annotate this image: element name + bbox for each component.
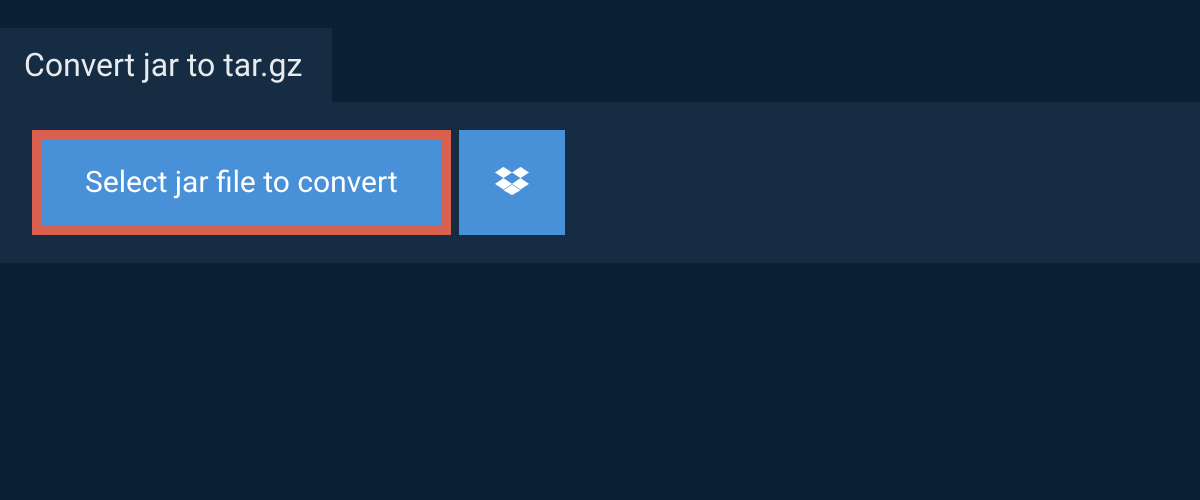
dropbox-icon <box>495 164 529 201</box>
select-file-button[interactable]: Select jar file to convert <box>32 130 451 235</box>
button-row: Select jar file to convert <box>32 130 1172 235</box>
page-title: Convert jar to tar.gz <box>24 46 302 84</box>
select-file-button-label: Select jar file to convert <box>85 165 398 200</box>
page-title-tab: Convert jar to tar.gz <box>0 28 332 102</box>
dropbox-button[interactable] <box>459 130 565 235</box>
upload-panel: Select jar file to convert <box>0 102 1200 263</box>
